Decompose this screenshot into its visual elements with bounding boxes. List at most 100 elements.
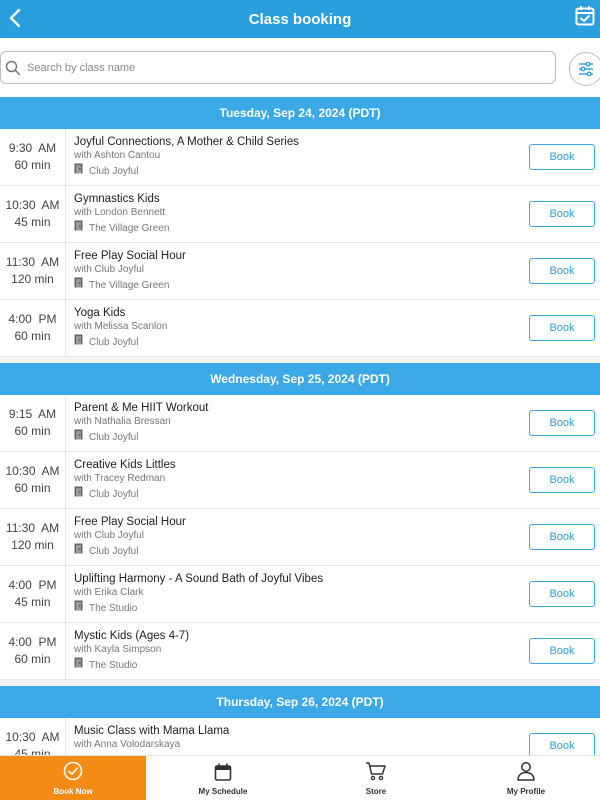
class-info: Parent & Me HIIT Workout with Nathalia Br… xyxy=(74,401,514,446)
class-time-cell: 4:00 PM 60 min xyxy=(0,623,66,679)
book-button[interactable]: Book xyxy=(529,144,595,170)
door-icon xyxy=(74,429,83,446)
class-start-time: 10:30 AM xyxy=(5,464,60,478)
class-duration: 120 min xyxy=(11,272,54,286)
class-name: Free Play Social Hour xyxy=(74,250,186,262)
back-button[interactable] xyxy=(4,5,26,31)
class-location-label: Club Joyful xyxy=(89,545,139,557)
filter-button[interactable] xyxy=(569,52,600,86)
class-instructor: with Nathalia Bressan xyxy=(74,416,171,427)
class-start-time: 4:00 PM xyxy=(8,312,57,326)
class-instructor: with London Bennett xyxy=(74,207,166,218)
tab-store[interactable]: Store xyxy=(300,756,452,800)
class-location-label: Club Joyful xyxy=(89,165,139,177)
door-icon xyxy=(74,220,83,237)
class-row: 9:15 AM 60 min Parent & Me HIIT Workout wit… xyxy=(0,395,600,452)
book-button[interactable]: Book xyxy=(529,581,595,607)
class-info: Free Play Social Hour with Club Joyful Clu… xyxy=(74,515,514,560)
top-bar: Class booking xyxy=(0,0,600,38)
bottom-tab-bar: Book Now My Schedule Store My Profile xyxy=(0,755,600,800)
class-info: Mystic Kids (Ages 4-7) with Kayla Simpson… xyxy=(74,629,514,674)
book-button[interactable]: Book xyxy=(529,201,595,227)
class-start-time: 9:30 AM xyxy=(8,141,57,155)
book-button[interactable]: Book xyxy=(529,467,595,493)
day-header: Thursday, Sep 26, 2024 (PDT) xyxy=(0,686,600,718)
tab-label: My Profile xyxy=(506,787,546,796)
door-icon xyxy=(74,486,83,503)
class-row: 4:00 PM 60 min Yoga Kids with Melissa Scanl… xyxy=(0,300,600,357)
search-box[interactable] xyxy=(0,51,556,84)
class-instructor: with Tracey Redman xyxy=(74,473,166,484)
class-name: Yoga Kids xyxy=(74,307,126,319)
book-button[interactable]: Book xyxy=(529,638,595,664)
door-icon xyxy=(74,277,83,294)
class-row: 11:30 AM 120 min Free Play Social Hour with… xyxy=(0,243,600,300)
class-duration: 45 min xyxy=(14,595,51,609)
tab-book-now[interactable]: Book Now xyxy=(0,756,146,800)
class-info: Joyful Connections, A Mother & Child Ser… xyxy=(74,135,514,180)
class-instructor: with Club Joyful xyxy=(74,264,145,275)
class-row: 10:30 AM 45 min Gymnastics Kids with London… xyxy=(0,186,600,243)
book-button[interactable]: Book xyxy=(529,524,595,550)
tab-my-schedule[interactable]: My Schedule xyxy=(146,756,300,800)
page-title: Class booking xyxy=(248,10,352,28)
class-list[interactable]: Tuesday, Sep 24, 2024 (PDT) 9:30 AM 60 min… xyxy=(0,97,600,755)
tab-label: Book Now xyxy=(53,787,93,796)
chevron-left-icon xyxy=(9,8,21,28)
class-info: Uplifting Harmony - A Sound Bath of Joyf… xyxy=(74,572,514,617)
class-info: Free Play Social Hour with Club Joyful The… xyxy=(74,249,514,294)
class-row: 11:30 AM 120 min Free Play Social Hour with… xyxy=(0,509,600,566)
class-duration: 60 min xyxy=(14,481,51,495)
class-location-label: The Studio xyxy=(89,602,138,614)
class-info: Music Class with Mama Llama with Anna Vol… xyxy=(74,724,514,752)
class-time-cell: 4:00 PM 45 min xyxy=(0,566,66,622)
class-location: Club Joyful xyxy=(74,334,514,351)
class-duration: 60 min xyxy=(14,329,51,343)
class-time-cell: 10:30 AM 45 min xyxy=(0,718,66,755)
class-location: The Studio xyxy=(74,657,514,674)
door-icon xyxy=(74,543,83,560)
class-instructor: with Anna Volodarskaya xyxy=(74,739,181,750)
class-start-time: 11:30 AM xyxy=(5,521,60,535)
class-start-time: 9:15 AM xyxy=(8,407,57,421)
class-name: Creative Kids Littles xyxy=(74,459,176,471)
book-button[interactable]: Book xyxy=(529,258,595,284)
book-button[interactable]: Book xyxy=(529,733,595,755)
class-location-label: Club Joyful xyxy=(89,336,139,348)
calendar-button[interactable] xyxy=(574,3,596,29)
class-duration: 120 min xyxy=(11,538,54,552)
class-location-label: Club Joyful xyxy=(89,431,139,443)
class-name: Free Play Social Hour xyxy=(74,516,186,528)
class-instructor: with Erika Clark xyxy=(74,587,144,598)
sliders-icon xyxy=(579,62,593,76)
class-start-time: 11:30 AM xyxy=(5,255,60,269)
book-button[interactable]: Book xyxy=(529,315,595,341)
class-start-time: 10:30 AM xyxy=(5,730,60,744)
class-name: Parent & Me HIIT Workout xyxy=(74,402,209,414)
book-button[interactable]: Book xyxy=(529,410,595,436)
class-location: Club Joyful xyxy=(74,163,514,180)
class-duration: 45 min xyxy=(14,215,51,229)
search-input[interactable] xyxy=(27,61,527,74)
class-instructor: with Melissa Scanlon xyxy=(74,321,168,332)
class-location-label: Club Joyful xyxy=(89,488,139,500)
tab-label: Store xyxy=(365,787,387,796)
class-time-cell: 9:30 AM 60 min xyxy=(0,129,66,185)
class-name: Music Class with Mama Llama xyxy=(74,725,230,737)
class-location: The Studio xyxy=(74,600,514,617)
class-start-time: 10:30 AM xyxy=(5,198,60,212)
calendar-check-icon xyxy=(575,6,595,26)
tab-my-profile[interactable]: My Profile xyxy=(452,756,600,800)
class-info: Creative Kids Littles with Tracey Redman C… xyxy=(74,458,514,503)
class-start-time: 4:00 PM xyxy=(8,578,57,592)
search-icon xyxy=(5,60,21,75)
class-instructor: with Club Joyful xyxy=(74,530,145,541)
door-icon xyxy=(74,163,83,180)
class-start-time: 4:00 PM xyxy=(8,635,57,649)
door-icon xyxy=(74,600,83,617)
class-row: 10:30 AM 45 min Music Class with Mama Llam… xyxy=(0,718,600,755)
search-row xyxy=(0,38,600,97)
class-name: Joyful Connections, A Mother & Child Ser… xyxy=(74,136,300,148)
class-location-label: The Village Green xyxy=(89,222,170,234)
class-info: Gymnastics Kids with London Bennett The Vi… xyxy=(74,192,514,237)
